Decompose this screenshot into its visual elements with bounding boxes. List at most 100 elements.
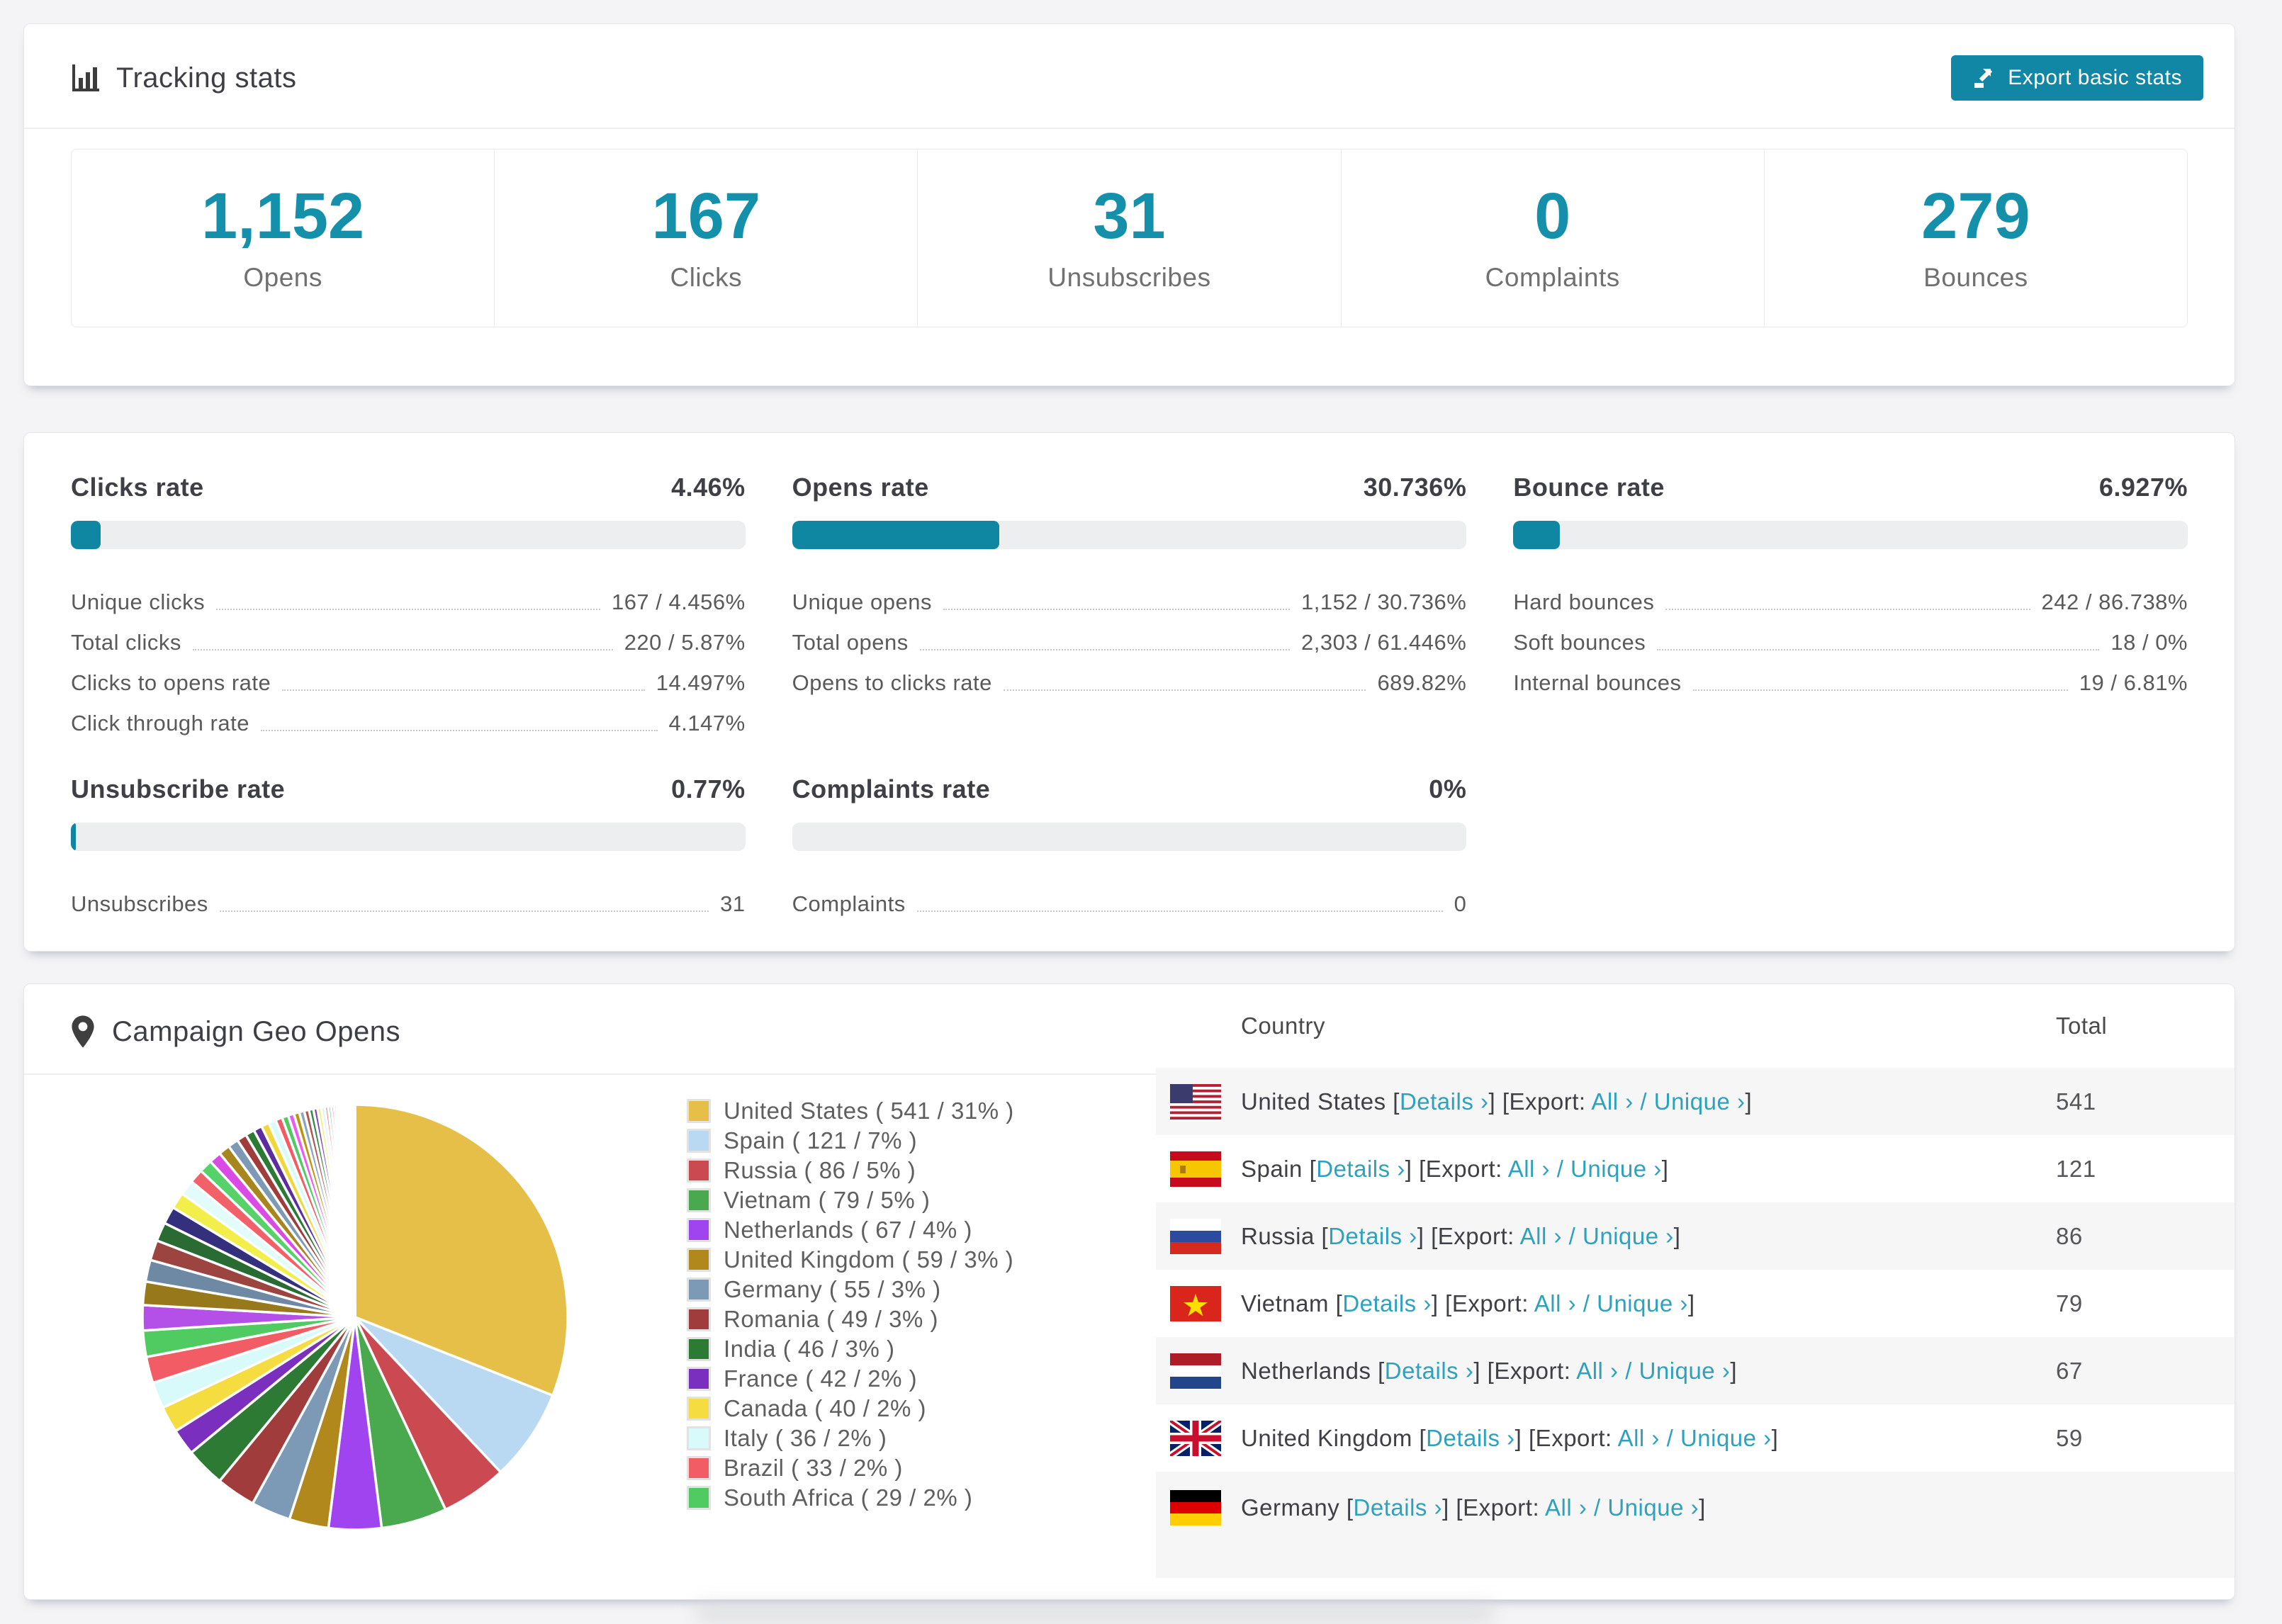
export-all-link[interactable]: All › <box>1545 1494 1587 1521</box>
legend-swatch <box>687 1218 711 1242</box>
geo-table-row-es: Spain [Details ›] [Export: All › / Uniqu… <box>1156 1135 2235 1202</box>
stat-value: 31 <box>1093 180 1166 252</box>
complaints-rate-block: Complaints rate 0% Complaints 0 <box>792 774 1467 918</box>
legend-label: France ( 42 / 2% ) <box>724 1365 918 1392</box>
stat-card-bounces: 279 Bounces <box>1765 150 2187 327</box>
page-scroll-shadow <box>695 1603 1495 1624</box>
rate-value: 0.77% <box>671 774 746 803</box>
export-basic-stats-button[interactable]: Export basic stats <box>1951 55 2203 101</box>
legend-item: Canada ( 40 / 2% ) <box>687 1394 1014 1423</box>
rate-detail-label: Internal bounces <box>1513 670 1682 696</box>
rate-detail-label: Unique clicks <box>71 590 206 615</box>
legend-item: United Kingdom ( 59 / 3% ) <box>687 1245 1014 1275</box>
details-link[interactable]: Details › <box>1400 1088 1489 1115</box>
geo-table-row-de: Germany [Details ›] [Export: All › / Uni… <box>1156 1472 2235 1578</box>
rate-value: 0% <box>1429 774 1467 803</box>
export-unique-link[interactable]: Unique › <box>1583 1223 1674 1249</box>
legend-label: Spain ( 121 / 7% ) <box>724 1127 918 1154</box>
tracking-stats-card: Tracking stats Export basic stats 1,152 O… <box>23 23 2235 386</box>
export-all-link[interactable]: All › <box>1508 1156 1550 1182</box>
export-unique-link[interactable]: Unique › <box>1570 1156 1662 1182</box>
details-link[interactable]: Details › <box>1426 1425 1515 1451</box>
export-all-link[interactable]: All › <box>1576 1358 1618 1384</box>
geo-pie-chart[interactable] <box>135 1098 575 1537</box>
rate-detail-value: 242 / 86.738% <box>2041 590 2188 615</box>
rate-detail-value: 14.497% <box>656 670 746 696</box>
export-all-link[interactable]: All › <box>1618 1425 1660 1451</box>
rate-progress-fill <box>792 521 1000 549</box>
details-link[interactable]: Details › <box>1342 1290 1432 1316</box>
rate-detail-row: Internal bounces 19 / 6.81% <box>1513 657 2188 697</box>
legend-label: Vietnam ( 79 / 5% ) <box>724 1187 931 1213</box>
legend-swatch <box>687 1337 711 1361</box>
nl-flag-icon <box>1170 1353 1221 1389</box>
legend-swatch <box>687 1248 711 1272</box>
export-all-link[interactable]: All › <box>1534 1290 1576 1316</box>
details-link[interactable]: Details › <box>1354 1494 1443 1521</box>
details-link[interactable]: Details › <box>1316 1156 1405 1182</box>
details-link[interactable]: Details › <box>1385 1358 1474 1384</box>
rate-progress-bar <box>71 823 746 851</box>
legend-label: Canada ( 40 / 2% ) <box>724 1395 926 1421</box>
export-unique-link[interactable]: Unique › <box>1639 1358 1731 1384</box>
dotted-leader <box>219 910 709 912</box>
rate-progress-bar <box>792 823 1467 851</box>
legend-swatch <box>687 1158 711 1183</box>
export-unique-link[interactable]: Unique › <box>1597 1290 1688 1316</box>
rate-detail-row: Opens to clicks rate 689.82% <box>792 657 1467 697</box>
stat-value: 279 <box>1921 180 2030 252</box>
rate-detail-value: 31 <box>720 891 746 917</box>
legend-swatch <box>687 1188 711 1212</box>
total-cell: 59 <box>2056 1424 2083 1451</box>
link-separator: / <box>1587 1494 1608 1521</box>
legend-item: Germany ( 55 / 3% ) <box>687 1275 1014 1304</box>
legend-label: India ( 46 / 3% ) <box>724 1336 895 1362</box>
dotted-leader <box>192 649 613 650</box>
rate-detail-value: 4.147% <box>668 711 746 736</box>
legend-label: Romania ( 49 / 3% ) <box>724 1306 938 1332</box>
country-cell: Vietnam [Details ›] [Export: All › / Uni… <box>1241 1290 1695 1316</box>
legend-swatch <box>687 1426 711 1450</box>
rate-detail-row: Soft bounces 18 / 0% <box>1513 616 2188 657</box>
country-cell: Netherlands [Details ›] [Export: All › /… <box>1241 1357 1737 1384</box>
rate-title: Unsubscribe rate <box>71 774 286 803</box>
legend-swatch <box>687 1278 711 1302</box>
dotted-leader <box>919 649 1291 650</box>
gb-flag-icon <box>1170 1420 1221 1456</box>
campaign-geo-opens-card: Campaign Geo Opens United States ( 541 /… <box>23 983 2235 1600</box>
us-flag-icon <box>1170 1083 1221 1120</box>
details-link[interactable]: Details › <box>1328 1223 1417 1249</box>
stat-value: 167 <box>651 180 761 252</box>
link-separator: / <box>1659 1424 1680 1451</box>
dotted-leader <box>943 609 1291 610</box>
map-pin-icon <box>71 1015 95 1048</box>
rate-detail-row: Unsubscribes 31 <box>71 878 746 918</box>
total-cell: 86 <box>2056 1222 2083 1249</box>
export-all-link[interactable]: All › <box>1591 1088 1633 1115</box>
summary-stats-row: 1,152 Opens 167 Clicks 31 Unsubscribes 0 Compla… <box>71 149 2188 327</box>
country-cell: United States [Details ›] [Export: All ›… <box>1241 1088 1753 1115</box>
link-separator: / <box>1633 1088 1654 1115</box>
country-cell: United Kingdom [Details ›] [Export: All … <box>1241 1424 1779 1451</box>
legend-item: Brazil ( 33 / 2% ) <box>687 1453 1014 1483</box>
export-unique-link[interactable]: Unique › <box>1607 1494 1699 1521</box>
rate-value: 4.46% <box>671 473 746 502</box>
pie-slice-other-41 <box>352 1103 356 1318</box>
rate-detail-label: Total clicks <box>71 630 181 655</box>
legend-swatch <box>687 1099 711 1123</box>
es-flag-icon <box>1170 1151 1221 1187</box>
legend-item: Italy ( 36 / 2% ) <box>687 1423 1014 1453</box>
export-unique-link[interactable]: Unique › <box>1680 1425 1772 1451</box>
total-cell: 121 <box>2056 1155 2096 1182</box>
export-unique-link[interactable]: Unique › <box>1654 1088 1746 1115</box>
rate-detail-value: 689.82% <box>1377 670 1467 696</box>
rate-detail-row: Hard bounces 242 / 86.738% <box>1513 576 2188 616</box>
rates-card: Clicks rate 4.46% Unique clicks 167 / 4.456… <box>23 432 2235 952</box>
legend-swatch <box>687 1397 711 1421</box>
rate-detail-value: 2,303 / 61.446% <box>1301 630 1467 655</box>
export-all-link[interactable]: All › <box>1520 1223 1562 1249</box>
country-cell: Germany [Details ›] [Export: All › / Uni… <box>1241 1494 1706 1521</box>
dotted-leader <box>260 730 658 731</box>
stat-value: 0 <box>1534 180 1571 252</box>
rate-detail-row: Click through rate 4.147% <box>71 697 746 738</box>
